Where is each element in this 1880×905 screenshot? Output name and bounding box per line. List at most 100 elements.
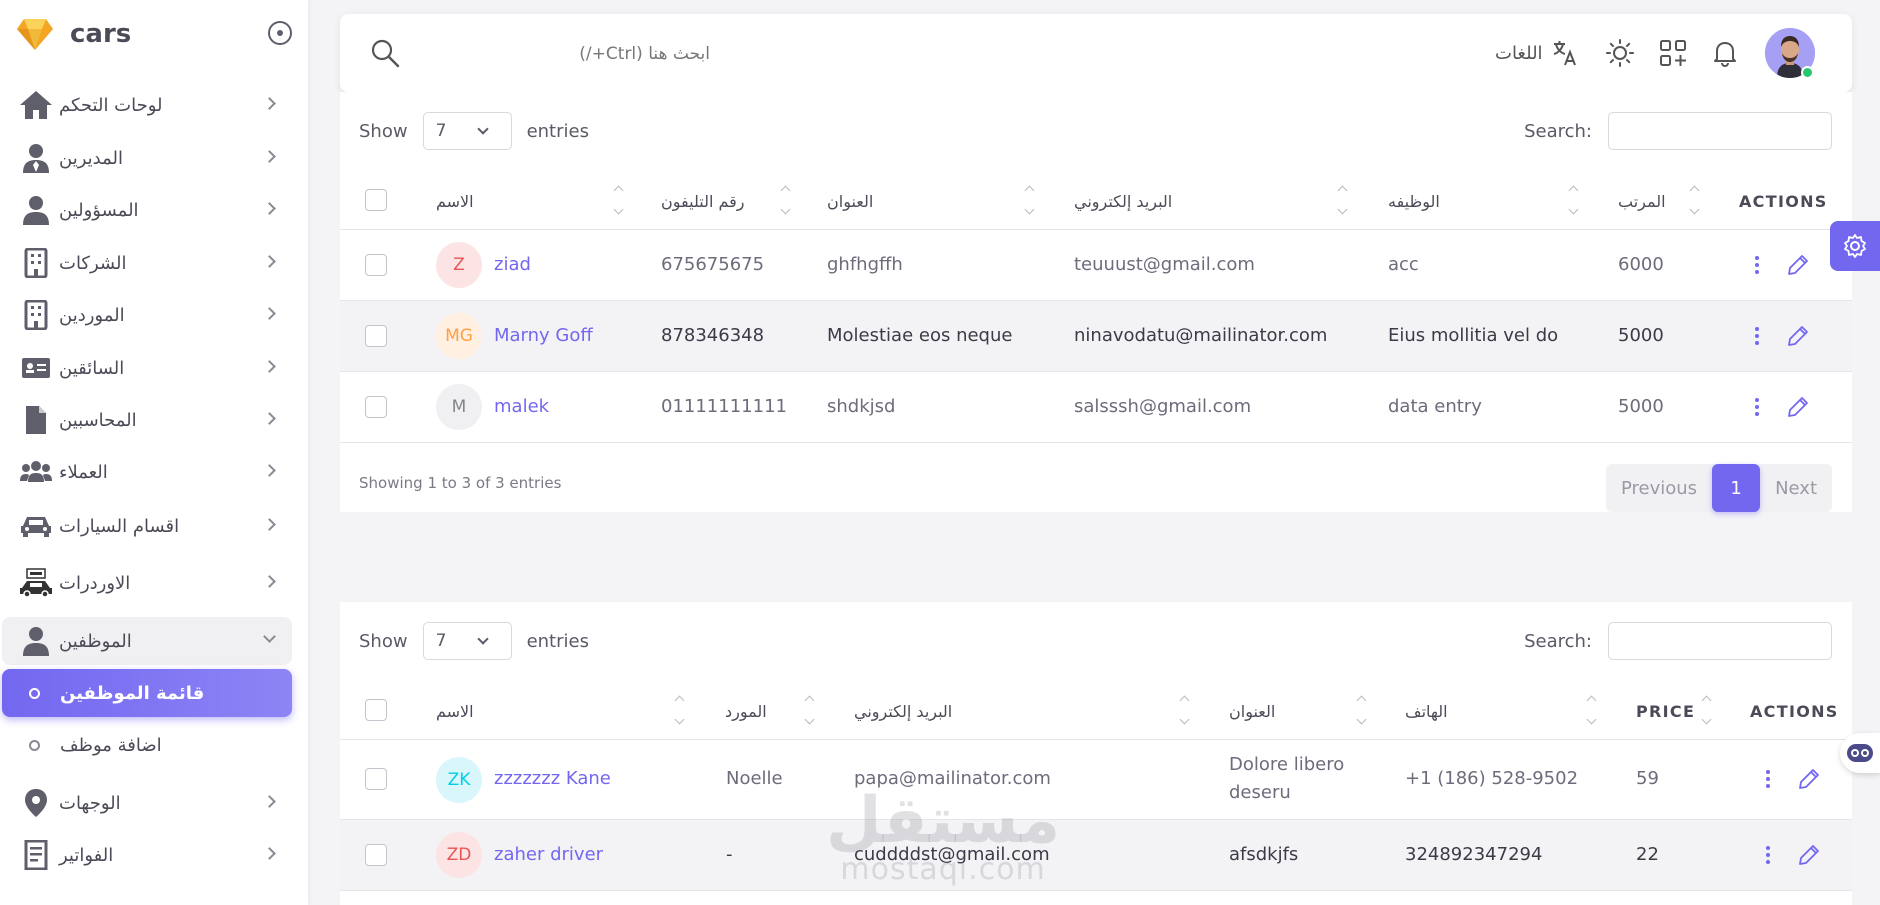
table-search-input[interactable] — [1608, 112, 1832, 150]
sidebar-item-label: الشركات — [59, 252, 127, 274]
search-input[interactable] — [410, 40, 710, 68]
apps-add-icon[interactable] — [1658, 38, 1688, 68]
sort-icon[interactable] — [675, 692, 685, 730]
sidebar-item-destinations[interactable]: الوجهات — [2, 779, 292, 827]
sidebar-item-car-categories[interactable]: اقسام السيارات — [2, 502, 292, 550]
row-checkbox[interactable] — [365, 844, 387, 866]
pagination-next[interactable]: Next — [1760, 478, 1832, 499]
sidebar-item-invoices[interactable]: الفواتير — [2, 831, 292, 879]
column-header-phone[interactable]: الهاتف — [1405, 702, 1448, 721]
chatbot-icon — [1847, 744, 1873, 762]
table-row[interactable]: M malek 01111111111 shdkjsd salsssh@gmai… — [340, 372, 1852, 443]
table-row[interactable]: ZK zzzzzzz Kane Noelle papa@mailinator.c… — [340, 740, 1852, 820]
sort-icon[interactable] — [614, 182, 624, 220]
edit-icon[interactable] — [1798, 844, 1820, 866]
column-header-address[interactable]: العنوان — [827, 192, 873, 211]
cell-phone: 878346348 — [661, 325, 765, 346]
table-row[interactable]: Z ziad 675675675 ghfhgffh teuuust@gmail.… — [340, 230, 1852, 301]
sort-icon[interactable] — [1587, 692, 1597, 730]
sidebar-item-label: اقسام السيارات — [59, 515, 180, 537]
initials: Z — [453, 255, 465, 275]
column-header-job[interactable]: الوظيفه — [1388, 192, 1440, 211]
theme-customizer-button[interactable] — [1830, 221, 1880, 271]
select-all-checkbox[interactable] — [365, 189, 387, 211]
edit-icon[interactable] — [1787, 396, 1809, 418]
edit-icon[interactable] — [1798, 768, 1820, 790]
column-header-address[interactable]: العنوان — [1229, 702, 1275, 721]
bell-icon[interactable] — [1710, 38, 1740, 68]
table-row[interactable]: MG Marny Goff 878346348 Molestiae eos ne… — [340, 301, 1852, 372]
search-icon[interactable] — [370, 38, 400, 68]
sidebar-item-label: المحاسبين — [59, 409, 137, 431]
edit-icon[interactable] — [1787, 254, 1809, 276]
table-row[interactable]: ZD zaher driver - cuddddst@gmail.com afs… — [340, 820, 1852, 891]
employee-name-link[interactable]: malek — [494, 396, 549, 417]
sidebar-item-companies[interactable]: الشركات — [2, 239, 292, 287]
sort-icon[interactable] — [1702, 692, 1712, 730]
table-header: الاسم المورد البريد إلكتروني العنوان اله… — [340, 680, 1852, 740]
sort-icon[interactable] — [1569, 182, 1579, 220]
column-header-name[interactable]: الاسم — [436, 192, 474, 211]
employee-name-link[interactable]: Marny Goff — [494, 325, 593, 346]
column-header-email[interactable]: البريد إلكتروني — [854, 702, 952, 721]
row-checkbox[interactable] — [365, 325, 387, 347]
edit-icon[interactable] — [1787, 325, 1809, 347]
row-checkbox[interactable] — [365, 396, 387, 418]
driver-name-link[interactable]: zzzzzzz Kane — [494, 768, 611, 789]
initials: M — [451, 397, 467, 417]
entries-label: entries — [526, 630, 589, 652]
sidebar-item-accountants[interactable]: المحاسبين — [2, 396, 292, 444]
sort-icon[interactable] — [1690, 182, 1700, 220]
toggle-sidebar-icon[interactable] — [268, 21, 292, 45]
pagination-page-1[interactable]: 1 — [1712, 464, 1761, 512]
sidebar-item-suppliers[interactable]: الموردين — [2, 291, 292, 339]
column-header-salary[interactable]: المرتب — [1618, 192, 1666, 211]
sidebar-item-admins[interactable]: المسؤولين — [2, 186, 292, 234]
sort-icon[interactable] — [1357, 692, 1367, 730]
employee-name-link[interactable]: ziad — [494, 254, 531, 275]
page-size-select[interactable]: 7 — [422, 112, 512, 150]
table-search-input[interactable] — [1608, 622, 1832, 660]
pagination-previous[interactable]: Previous — [1606, 478, 1712, 499]
sort-icon[interactable] — [1338, 182, 1348, 220]
sidebar-subitem-employee-list[interactable]: قائمة الموظفين — [2, 669, 292, 717]
sort-icon[interactable] — [1180, 692, 1190, 730]
building-icon — [19, 246, 53, 280]
chevron-right-icon — [263, 795, 276, 808]
sort-icon[interactable] — [805, 692, 815, 730]
home-icon — [19, 88, 53, 122]
driver-name-link[interactable]: zaher driver — [494, 844, 603, 865]
sidebar-item-employees[interactable]: الموظفين — [2, 617, 292, 665]
more-vertical-icon[interactable] — [1765, 767, 1771, 791]
sort-icon[interactable] — [1025, 182, 1035, 220]
sidebar-item-dashboards[interactable]: لوحات التحكم — [2, 81, 292, 129]
brand[interactable]: cars — [16, 14, 292, 54]
column-header-name[interactable]: الاسم — [436, 702, 474, 721]
column-header-price[interactable]: PRICE — [1636, 702, 1695, 721]
row-checkbox[interactable] — [365, 254, 387, 276]
page-size-select[interactable]: 7 — [422, 622, 512, 660]
column-header-supplier[interactable]: المورد — [725, 702, 767, 721]
sidebar-subitem-add-employee[interactable]: اضافة موظف — [2, 721, 292, 769]
sidebar-item-managers[interactable]: المديرين — [2, 134, 292, 182]
row-checkbox[interactable] — [365, 768, 387, 790]
sidebar-item-customers[interactable]: العملاء — [2, 448, 292, 496]
language-switcher[interactable]: اللغات — [1495, 36, 1579, 70]
chatbot-button[interactable] — [1840, 733, 1880, 773]
select-all-checkbox[interactable] — [365, 699, 387, 721]
more-vertical-icon[interactable] — [1754, 253, 1760, 277]
sort-icon[interactable] — [781, 182, 791, 220]
sidebar-item-label: السائقين — [59, 357, 125, 379]
cell-phone: 01111111111 — [661, 396, 787, 417]
column-header-phone[interactable]: رقم التليفون — [661, 192, 745, 211]
more-vertical-icon[interactable] — [1754, 324, 1760, 348]
sun-icon[interactable] — [1605, 38, 1635, 68]
sidebar-item-drivers[interactable]: السائقين — [2, 344, 292, 392]
chevron-right-icon — [263, 202, 276, 215]
page-size-value: 7 — [435, 631, 447, 651]
more-vertical-icon[interactable] — [1765, 843, 1771, 867]
more-vertical-icon[interactable] — [1754, 395, 1760, 419]
column-header-email[interactable]: البريد إلكتروني — [1074, 192, 1172, 211]
sidebar-item-orders[interactable]: الاوردرات — [2, 559, 292, 607]
avatar-initials: M — [436, 384, 482, 430]
